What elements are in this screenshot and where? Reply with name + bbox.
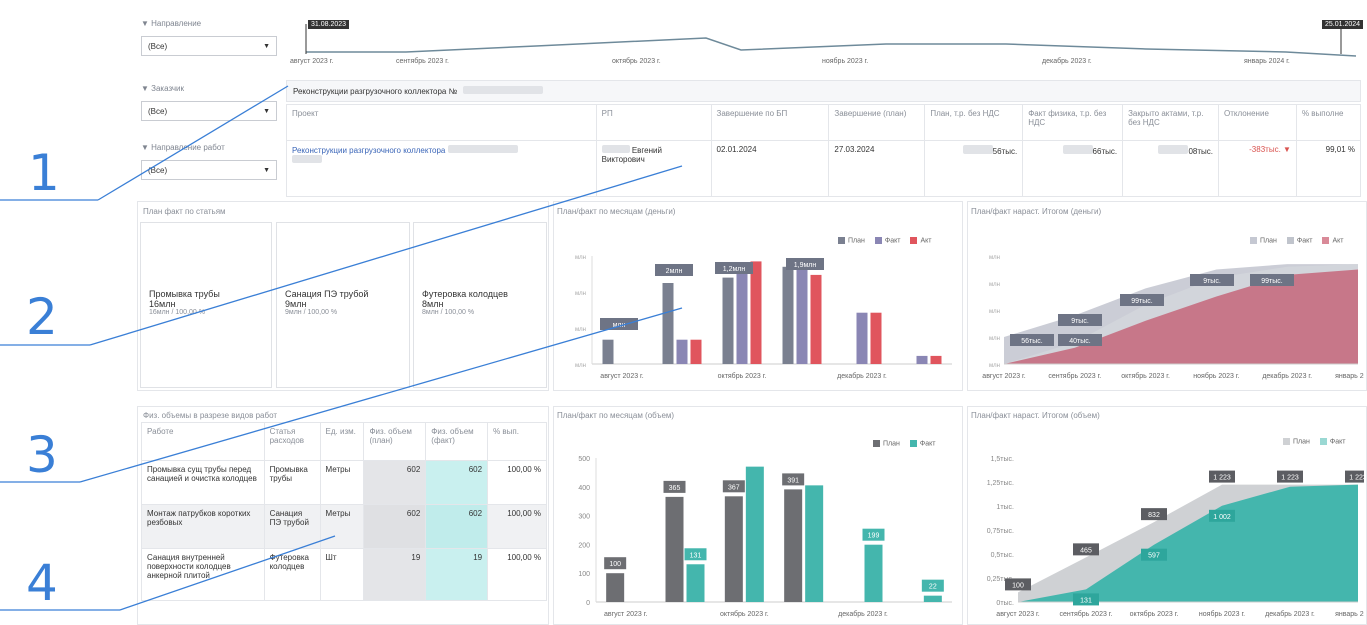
annotation-number: 4 [26,554,58,612]
annotation-number: 1 [28,144,60,202]
annotation-lines [0,85,683,611]
annotation-number: 3 [26,426,58,484]
annotation-number: 2 [26,288,58,346]
